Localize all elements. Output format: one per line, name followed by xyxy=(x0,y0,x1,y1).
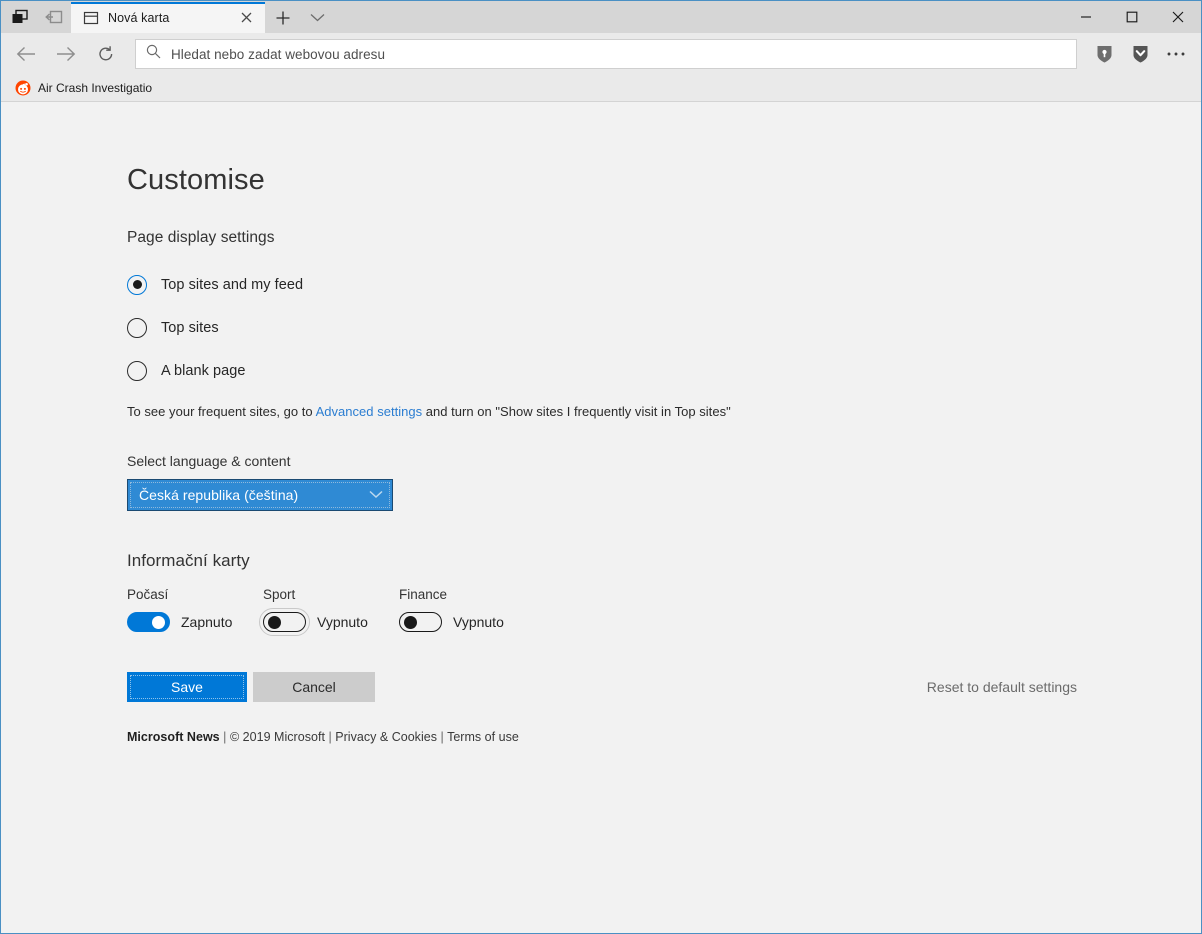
tabs-you-have-set-aside-icon[interactable] xyxy=(41,4,67,30)
more-options-icon[interactable] xyxy=(1159,37,1193,71)
footer-terms-link[interactable]: Terms of use xyxy=(447,730,519,744)
forward-icon[interactable] xyxy=(47,37,85,71)
advanced-settings-link[interactable]: Advanced settings xyxy=(316,404,423,419)
search-icon xyxy=(146,44,161,64)
refresh-icon[interactable] xyxy=(87,37,125,71)
close-tab-icon[interactable] xyxy=(235,7,257,29)
language-field-group: Select language & content Česká republik… xyxy=(127,453,1201,511)
footer-copyright: © 2019 Microsoft xyxy=(229,730,325,744)
browser-window: Nová karta Hledat nebo zadat webovou adr… xyxy=(0,0,1202,934)
page-viewport: Customise Page display settings Top site… xyxy=(1,102,1201,933)
action-buttons-row: Save Cancel Reset to default settings xyxy=(127,672,1077,702)
title-bar: Nová karta xyxy=(1,1,1201,33)
maximise-button[interactable] xyxy=(1109,1,1155,32)
page-display-radio-group: Top sites and my feed Top sites A blank … xyxy=(127,263,1201,392)
minimise-button[interactable] xyxy=(1063,1,1109,32)
navigation-bar: Hledat nebo zadat webovou adresu xyxy=(1,33,1201,75)
radio-top-sites-and-my-feed[interactable]: Top sites and my feed xyxy=(127,263,1201,306)
chevron-down-icon xyxy=(369,486,383,504)
tab-title: Nová karta xyxy=(108,10,170,25)
footer-separator: | xyxy=(223,730,227,744)
frequent-sites-hint: To see your frequent sites, go to Advanc… xyxy=(127,404,1201,419)
new-tab-icon[interactable] xyxy=(267,3,299,33)
card-toggle-sport: Sport Vypnuto xyxy=(259,587,399,636)
address-input[interactable]: Hledat nebo zadat webovou adresu xyxy=(171,47,1068,62)
new-tab-page-icon xyxy=(83,10,99,26)
toggle-knob-icon xyxy=(152,615,165,629)
finance-toggle[interactable] xyxy=(399,612,442,632)
footer-privacy-link[interactable]: Privacy & Cookies xyxy=(335,730,437,744)
card-caption: Sport xyxy=(263,587,296,602)
radio-label: A blank page xyxy=(161,362,246,379)
informacni-karty-heading: Informační karty xyxy=(127,551,250,570)
browser-tab[interactable]: Nová karta xyxy=(71,2,265,33)
card-caption: Počasí xyxy=(127,587,169,602)
radio-a-blank-page[interactable]: A blank page xyxy=(127,349,1201,392)
card-toggle-pocasi: Počasí Zapnuto xyxy=(127,587,263,632)
window-controls xyxy=(1063,1,1201,32)
address-bar[interactable]: Hledat nebo zadat webovou adresu xyxy=(135,39,1077,69)
hint-text-after: and turn on "Show sites I frequently vis… xyxy=(422,404,731,419)
hint-text-before: To see your frequent sites, go to xyxy=(127,404,316,419)
toggle-knob-icon xyxy=(404,615,417,629)
language-select[interactable]: Česká republika (čeština) xyxy=(127,479,393,511)
footer-separator: | xyxy=(440,730,444,744)
page-display-settings-label: Page display settings xyxy=(127,229,275,246)
close-window-button[interactable] xyxy=(1155,1,1201,32)
language-select-value: Česká republika (čeština) xyxy=(139,487,299,503)
weather-toggle[interactable] xyxy=(127,612,170,632)
back-icon[interactable] xyxy=(7,37,45,71)
toggle-state-label: Vypnuto xyxy=(317,614,368,630)
favorites-bar: Air Crash Investigatio xyxy=(1,75,1201,102)
radio-top-sites[interactable]: Top sites xyxy=(127,306,1201,349)
chevron-down-icon[interactable] xyxy=(301,3,333,33)
card-caption: Finance xyxy=(399,587,448,602)
toggle-state-label: Vypnuto xyxy=(453,614,504,630)
cards-toggle-row: Počasí Zapnuto Sport Vypnuto Finance Vyp… xyxy=(127,587,1201,636)
card-toggle-finance: Finance Vypnuto xyxy=(399,587,559,632)
page-title: Customise xyxy=(127,164,265,196)
save-button[interactable]: Save xyxy=(127,672,247,702)
customise-panel: Customise Page display settings Top site… xyxy=(1,102,1201,744)
favorite-item-air-crash-investigatio[interactable]: Air Crash Investigatio xyxy=(9,78,158,98)
radio-label: Top sites xyxy=(161,319,219,336)
toggle-knob-icon xyxy=(268,615,281,629)
page-footer: Microsoft News | © 2019 Microsoft | Priv… xyxy=(127,730,1201,744)
set-tabs-aside-icon[interactable] xyxy=(7,4,33,30)
footer-separator: | xyxy=(328,730,332,744)
favorite-item-label: Air Crash Investigatio xyxy=(38,81,153,95)
shield-chevron-icon[interactable] xyxy=(1123,37,1157,71)
sport-toggle[interactable] xyxy=(259,608,310,636)
radio-mark-icon xyxy=(127,274,147,295)
reddit-icon xyxy=(15,80,31,96)
cancel-button[interactable]: Cancel xyxy=(253,672,375,702)
shield-key-icon[interactable] xyxy=(1087,37,1121,71)
tab-bar-actions xyxy=(265,2,333,33)
toggle-state-label: Zapnuto xyxy=(181,614,233,630)
radio-label: Top sites and my feed xyxy=(161,276,304,293)
reset-to-default-settings-link[interactable]: Reset to default settings xyxy=(927,679,1077,695)
radio-mark-icon xyxy=(127,317,147,338)
tab-aside-controls xyxy=(1,1,71,33)
language-field-label: Select language & content xyxy=(127,453,291,469)
footer-brand[interactable]: Microsoft News xyxy=(127,730,220,744)
radio-mark-icon xyxy=(127,360,147,381)
